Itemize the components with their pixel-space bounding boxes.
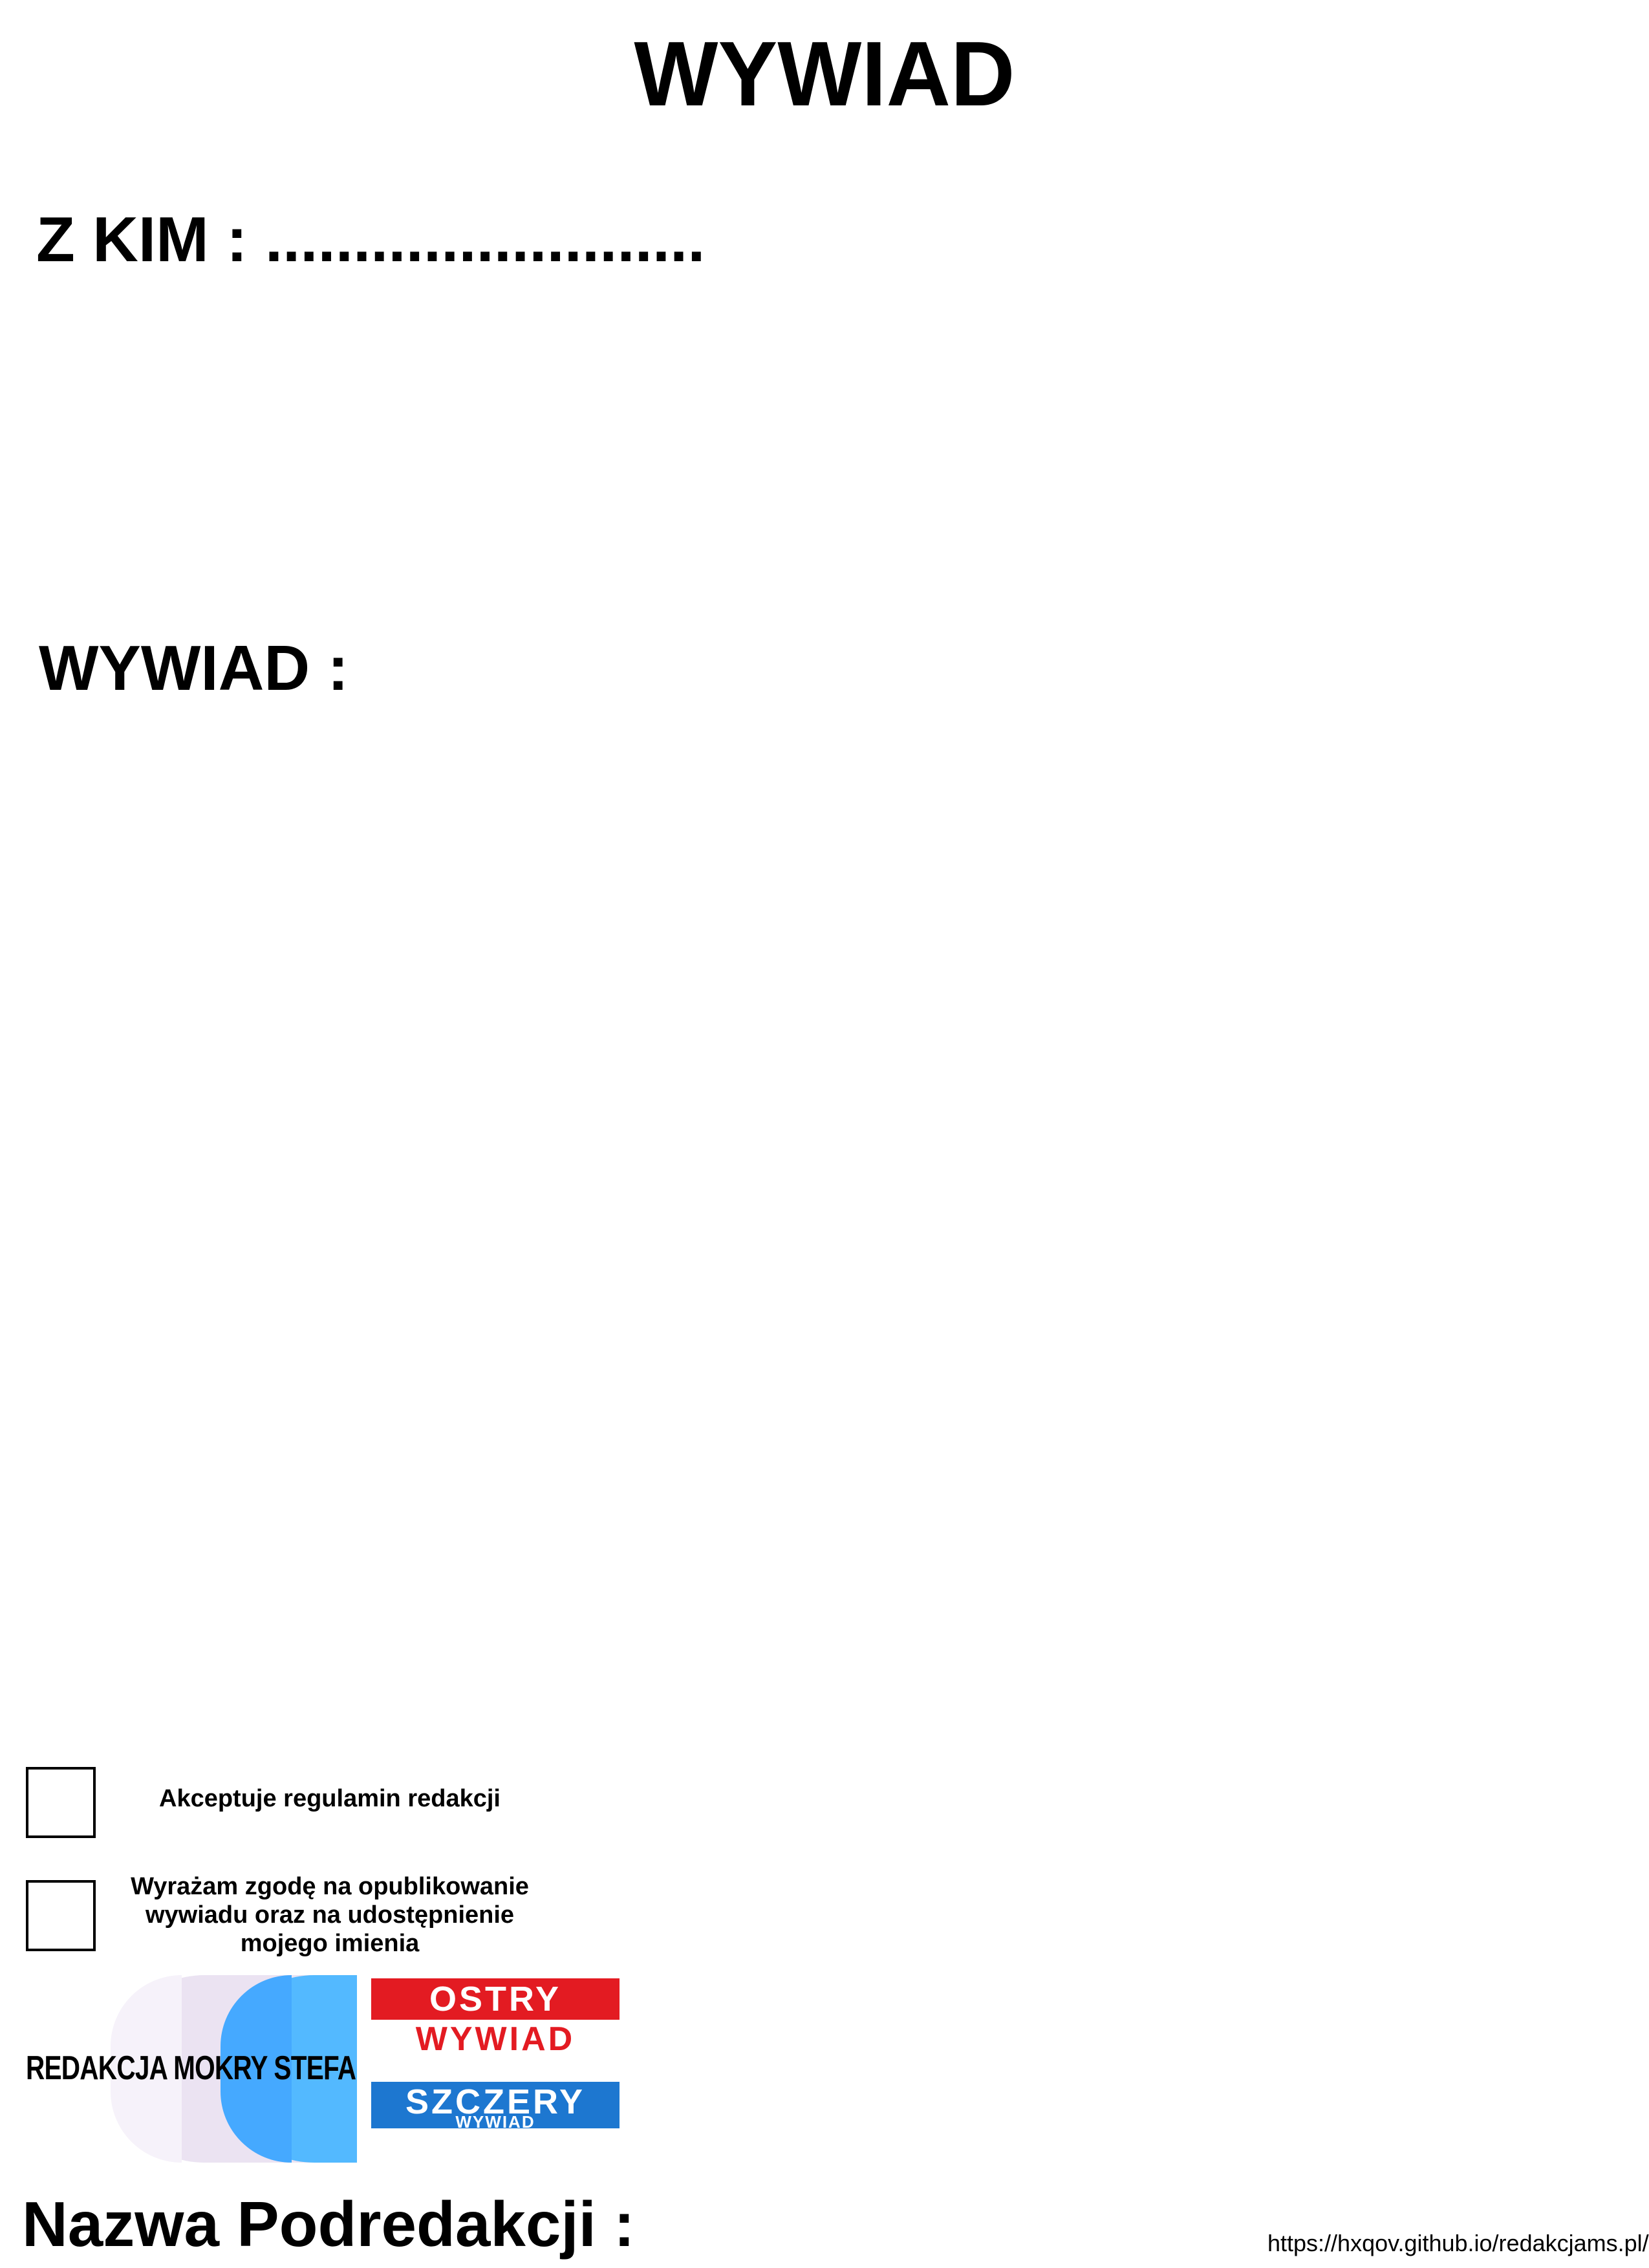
mokry-stefan-logo-text: REDAKCJA MOKRY STEFAN (26, 2049, 357, 2087)
accept-rules-checkbox[interactable] (26, 1767, 96, 1838)
interview-section-label: WYWIAD : (39, 632, 349, 703)
mokry-stefan-logo: REDAKCJA MOKRY STEFAN (23, 1975, 357, 2163)
accept-rules-label: Akceptuje regulamin redakcji (159, 1785, 501, 1812)
szczery-wywiad-logo: SZCZERY WYWIAD (371, 2082, 620, 2132)
ostry-wywiad-logo: OSTRY WYWIAD (371, 1978, 620, 2064)
publish-consent-checkbox[interactable] (26, 1880, 96, 1951)
interviewee-field: Z KIM : ......................... (36, 204, 706, 275)
publish-consent-label: Wyrażam zgodę na opublikowanie wywiadu o… (131, 1873, 529, 1957)
page-title: WYWIAD (634, 23, 1015, 125)
szczery-logo-bottom: WYWIAD (455, 2112, 535, 2132)
subeditorial-name-label: Nazwa Podredakcji : (22, 2188, 635, 2260)
ostry-logo-bottom: WYWIAD (415, 2020, 576, 2058)
footer-url[interactable]: https://hxqov.github.io/redakcjams.pl/ (1267, 2229, 1649, 2258)
ostry-logo-top: OSTRY (371, 1978, 620, 2020)
